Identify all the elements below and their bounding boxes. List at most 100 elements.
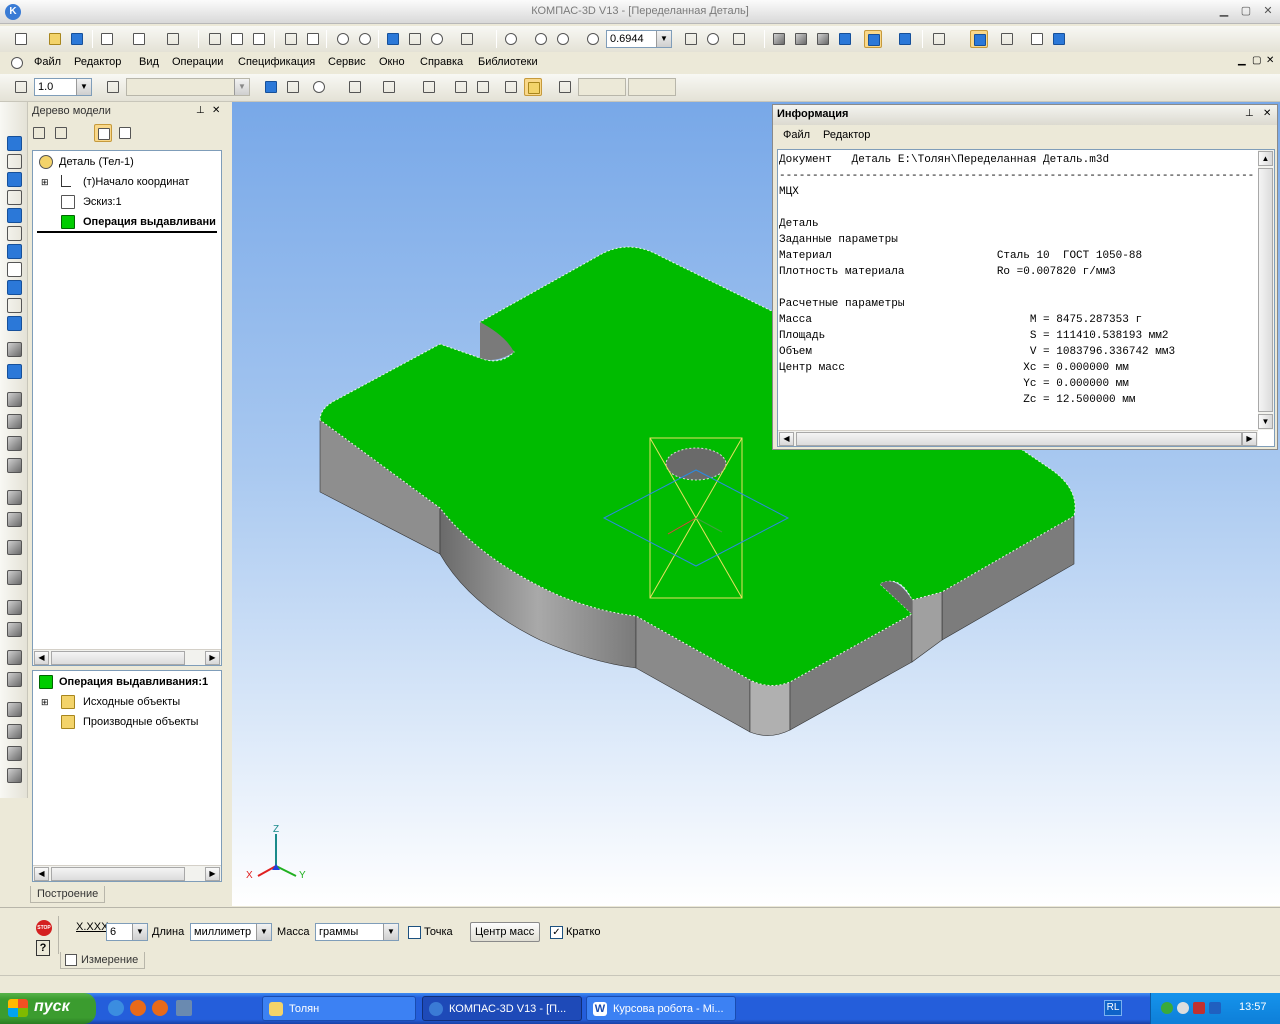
vtool-13-icon[interactable] — [7, 364, 22, 379]
perspective-icon[interactable] — [896, 30, 914, 48]
copy-icon[interactable] — [228, 30, 246, 48]
menu-view[interactable]: Вид — [139, 56, 159, 68]
active-snap-icon[interactable] — [524, 78, 542, 96]
vtool-1-icon[interactable] — [7, 136, 22, 151]
angle-icon[interactable] — [452, 78, 470, 96]
vtool-22-icon[interactable] — [7, 600, 22, 615]
vtool-18-icon[interactable] — [7, 490, 22, 505]
operation-hscroll[interactable]: ◀ ▶ — [33, 865, 221, 881]
direction-icon[interactable] — [310, 78, 328, 96]
orientation-icon[interactable] — [730, 30, 748, 48]
report-icon[interactable] — [1050, 30, 1068, 48]
zoom-out-icon[interactable] — [554, 30, 572, 48]
menu-operations[interactable]: Операции — [172, 56, 223, 68]
vtool-21-icon[interactable] — [7, 570, 22, 585]
tree-separate-icon[interactable] — [94, 124, 112, 142]
vtool-20-icon[interactable] — [7, 540, 22, 555]
tree-mode-icon[interactable] — [52, 124, 70, 142]
edit-icon[interactable] — [284, 78, 302, 96]
operation-title[interactable]: Операция выдавливания:1 — [59, 676, 208, 688]
task-tolyan[interactable]: Толян — [262, 996, 416, 1021]
tray-shield-icon[interactable] — [1193, 1002, 1205, 1014]
derived-objects[interactable]: Производные объекты — [83, 716, 198, 728]
library-icon[interactable] — [998, 30, 1016, 48]
tray-net-icon[interactable] — [1161, 1002, 1173, 1014]
tray-monitor-icon[interactable] — [1209, 1002, 1221, 1014]
pan-icon[interactable] — [682, 30, 700, 48]
ortho-icon[interactable] — [346, 78, 364, 96]
vtool-29-icon[interactable] — [7, 768, 22, 783]
axis-icon[interactable] — [474, 78, 492, 96]
task-kompas[interactable]: КОМПАС-3D V13 - [П... — [422, 996, 582, 1021]
precision-combo[interactable]: 6 ▼ — [106, 923, 148, 941]
vtool-8-icon[interactable] — [7, 262, 22, 277]
vtool-15-icon[interactable] — [7, 414, 22, 429]
hidden-lines-icon[interactable] — [792, 30, 810, 48]
local-cs-icon[interactable] — [12, 78, 30, 96]
close-button[interactable]: ✕ — [1260, 4, 1276, 18]
open-button[interactable] — [46, 30, 64, 48]
doc-menu-icon[interactable] — [8, 54, 26, 72]
measure-icon[interactable] — [420, 78, 438, 96]
shaded-icon[interactable] — [836, 30, 854, 48]
rotate-icon[interactable] — [704, 30, 722, 48]
info-menu-file[interactable]: Файл — [783, 129, 810, 141]
brief-checkbox[interactable]: ✓ — [550, 926, 563, 939]
vtool-4-icon[interactable] — [7, 190, 22, 205]
maximize-button[interactable]: ▢ — [1238, 4, 1254, 18]
center-mass-button[interactable]: Центр масс — [470, 922, 540, 942]
expand-icon[interactable]: ⊞ — [41, 177, 49, 188]
doc-close-button[interactable]: ✕ — [1266, 55, 1274, 66]
firefox2-icon[interactable] — [152, 1000, 168, 1016]
zoom-scale-icon[interactable] — [584, 30, 602, 48]
language-indicator[interactable]: RL — [1104, 1000, 1122, 1016]
tree-hscroll[interactable]: ◀ ▶ — [33, 649, 221, 665]
menu-service[interactable]: Сервис — [328, 56, 366, 68]
vtool-6-icon[interactable] — [7, 226, 22, 241]
start-button[interactable]: пуск — [0, 993, 96, 1024]
desktop-icon[interactable] — [176, 1000, 192, 1016]
tree-item-origin[interactable]: (т)Начало координат — [83, 176, 189, 188]
format-brush-icon[interactable] — [282, 30, 300, 48]
tree-view-icon[interactable] — [970, 30, 988, 48]
spec-icon[interactable] — [1028, 30, 1046, 48]
vtool-24-icon[interactable] — [7, 650, 22, 665]
minimize-button[interactable]: ▁ — [1216, 4, 1232, 18]
scale-combo[interactable]: 1.0 ▼ — [34, 78, 92, 96]
stop-icon[interactable]: STOP — [36, 920, 52, 936]
vtool-12-icon[interactable] — [7, 342, 22, 357]
vtool-5-icon[interactable] — [7, 208, 22, 223]
point-checkbox[interactable] — [408, 926, 421, 939]
snap-icon[interactable] — [262, 78, 280, 96]
wireframe-icon[interactable] — [770, 30, 788, 48]
vtool-27-icon[interactable] — [7, 724, 22, 739]
pin-icon[interactable]: ⊥ — [196, 105, 205, 116]
mass-combo[interactable]: граммы ▼ — [315, 923, 399, 941]
info-pin-icon[interactable]: ⊥ — [1245, 108, 1254, 119]
grid-icon[interactable] — [380, 78, 398, 96]
source-objects[interactable]: Исходные объекты — [83, 696, 180, 708]
redo-icon[interactable] — [356, 30, 374, 48]
help-pointer-icon[interactable] — [458, 30, 476, 48]
vtool-10-icon[interactable] — [7, 298, 22, 313]
shaded-edges-icon[interactable] — [864, 30, 882, 48]
layer-icon[interactable] — [104, 78, 122, 96]
coord-x-field[interactable] — [578, 78, 626, 96]
info-close-icon[interactable]: ✕ — [1263, 108, 1271, 119]
vtool-19-icon[interactable] — [7, 512, 22, 527]
menu-window[interactable]: Окно — [379, 56, 405, 68]
vtool-28-icon[interactable] — [7, 746, 22, 761]
info-content[interactable]: Документ Деталь E:\Толян\Переделанная Де… — [777, 149, 1275, 447]
tab-build[interactable]: Построение — [30, 886, 106, 903]
info-vscroll[interactable]: ▲ ▼ — [1258, 150, 1274, 430]
task-word[interactable]: W Курсова робота - Mi... — [586, 996, 736, 1021]
paste-icon[interactable] — [250, 30, 268, 48]
manager-icon[interactable] — [384, 30, 402, 48]
info-menu-editor[interactable]: Редактор — [823, 129, 870, 141]
ie-icon[interactable] — [108, 1000, 124, 1016]
zoom-combo[interactable]: 0.6944 ▼ — [606, 30, 672, 48]
tree-structure-icon[interactable] — [30, 124, 48, 142]
line-icon[interactable] — [502, 78, 520, 96]
zoom-window-icon[interactable] — [502, 30, 520, 48]
vtool-26-icon[interactable] — [7, 702, 22, 717]
